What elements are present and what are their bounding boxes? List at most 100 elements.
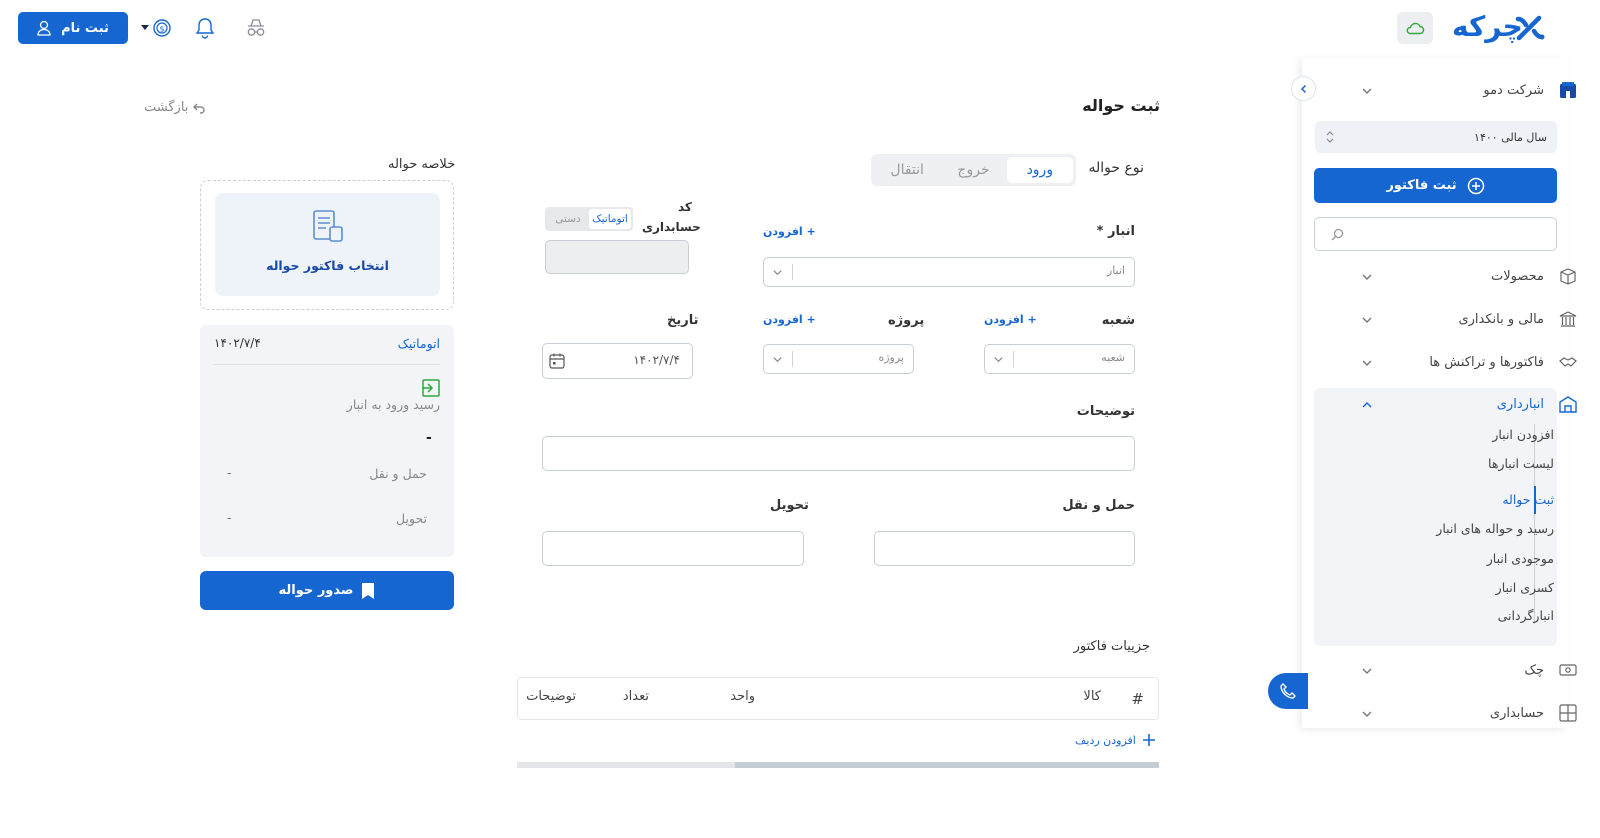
tab-transfer[interactable]: انتقال [874, 157, 940, 183]
cloud-sync-button[interactable] [1397, 12, 1433, 44]
warehouse-label: انبار * [1096, 224, 1135, 239]
project-label: پروژه [888, 313, 925, 328]
tab-exit[interactable]: خروج [940, 157, 1006, 183]
sidebar-item-label: حسابداری [1489, 705, 1544, 721]
company-selector[interactable]: شرکت دمو [1335, 76, 1578, 104]
support-call-button[interactable] [1268, 673, 1308, 709]
currency-dropdown[interactable]: $ [140, 16, 171, 40]
date-label: تاریخ [667, 313, 699, 328]
col-item: کالا [1083, 689, 1101, 704]
sidebar-item-finance[interactable]: مالی و بانکداری [1335, 305, 1578, 333]
submenu-register-transfer[interactable]: ثبت حواله [1502, 492, 1554, 507]
description-label: توضیحات [1076, 404, 1135, 419]
invoice-table-header: # کالا واحد تعداد توضیحات [517, 677, 1159, 720]
add-warehouse-link[interactable]: + افزودن [763, 225, 816, 238]
warehouse-placeholder: انبار [1106, 264, 1125, 277]
submenu-receipts-transfers[interactable]: رسید و حواله های انبار [1436, 521, 1554, 536]
col-unit: واحد [730, 689, 755, 704]
sidebar-item-accounting[interactable]: حسابداری [1335, 699, 1578, 727]
sidebar-item-label: محصولات [1491, 268, 1544, 284]
submenu-add-warehouse[interactable]: افزودن انبار [1492, 427, 1554, 442]
bell-icon [195, 18, 215, 39]
coin-exchange-icon: $ [141, 19, 171, 37]
bookmark-icon [362, 582, 375, 599]
sidebar-item-warehouse[interactable]: انبارداری [1335, 390, 1578, 418]
cloud-icon [1406, 22, 1425, 35]
document-icon [313, 210, 343, 242]
warehouse-select[interactable]: انبار [763, 257, 1135, 287]
company-name: شرکت دمو [1483, 82, 1544, 98]
notifications-button[interactable] [194, 16, 218, 40]
sidebar-item-invoices[interactable]: فاکتورها و تراکنش ها [1335, 348, 1578, 376]
sidebar-collapse-button[interactable] [1291, 76, 1316, 101]
chevron-down-icon [773, 270, 782, 276]
submenu-stocktaking[interactable]: انبارگردانی [1498, 608, 1554, 623]
project-select[interactable]: پروژه [763, 344, 914, 374]
code-mode-manual[interactable]: دستی [547, 209, 589, 229]
branch-label: شعبه [1101, 313, 1135, 328]
add-row-button[interactable]: افزودن ردیف [1075, 733, 1156, 747]
plus-circle-icon [1467, 177, 1484, 194]
chevron-down-icon [1362, 274, 1372, 280]
chevron-down-icon [1362, 711, 1372, 717]
add-project-link[interactable]: + افزودن [763, 313, 816, 326]
select-invoice-label: انتخاب فاکتور حواله [266, 258, 389, 273]
back-arrow-icon [193, 103, 206, 114]
signup-label: ثبت نام [61, 20, 109, 36]
store-icon [1560, 82, 1576, 98]
calendar-icon[interactable] [548, 352, 566, 370]
accounting-code-label-2: حسابداری [642, 220, 701, 234]
summary-dash: - [426, 430, 432, 446]
description-input[interactable] [542, 436, 1135, 471]
summary-doc-type: رسید ورود به انبار [346, 397, 440, 412]
accounting-code-label-1: کد [678, 200, 692, 214]
branch-select[interactable]: شعبه [984, 344, 1135, 374]
submenu-shortage[interactable]: کسری انبار [1496, 580, 1554, 595]
submenu-warehouse-list[interactable]: لیست انبارها [1488, 456, 1554, 471]
shipping-input[interactable] [874, 531, 1135, 566]
sidebar-item-label: مالی و بانکداری [1458, 311, 1544, 327]
fiscal-year-select[interactable]: سال مالی ۱۴۰۰ [1315, 121, 1557, 153]
invoice-details-title: جزییات فاکتور [1073, 639, 1150, 654]
back-link[interactable]: بازگشت [144, 100, 206, 115]
sidebar-search-input[interactable] [1314, 217, 1557, 251]
transfer-type-label: نوع حواله [1088, 160, 1144, 176]
date-value: ۱۴۰۲/۷/۴ [633, 353, 680, 367]
brand-logo [1513, 12, 1547, 44]
chevron-down-icon [1362, 88, 1372, 94]
add-branch-link[interactable]: + افزودن [984, 313, 1037, 326]
updown-chevron-icon [1326, 131, 1334, 143]
chevron-down-icon [994, 357, 1003, 363]
sidebar-item-cheque[interactable]: چک [1335, 656, 1578, 684]
delivery-label: تحویل [770, 498, 809, 513]
date-input[interactable]: ۱۴۰۲/۷/۴ [542, 343, 693, 379]
new-invoice-button[interactable]: ثبت فاکتور [1314, 168, 1557, 203]
issue-transfer-button[interactable]: صدور حواله [200, 571, 454, 610]
chevron-down-icon [1362, 317, 1372, 323]
tab-entry[interactable]: ورود [1006, 157, 1073, 183]
transfer-type-tabs: ورود خروج انتقال [871, 154, 1076, 186]
summary-divider [214, 364, 440, 365]
page-title: ثبت حواله [1082, 96, 1160, 115]
issue-transfer-label: صدور حواله [278, 583, 354, 598]
col-index: # [1131, 690, 1144, 708]
submenu-inventory[interactable]: موجودی انبار [1487, 551, 1554, 566]
code-mode-toggle: اتوماتیک دستی [545, 207, 633, 231]
table-scroll-thumb[interactable] [735, 762, 1159, 768]
user-icon [37, 20, 51, 36]
plus-icon [1142, 734, 1155, 746]
summary-shipping-label: حمل و نقل [369, 466, 427, 481]
signup-button[interactable]: ثبت نام [18, 12, 128, 44]
new-invoice-label: ثبت فاکتور [1386, 178, 1457, 193]
sidebar-item-products[interactable]: محصولات [1335, 262, 1578, 290]
chevron-up-icon [1362, 402, 1372, 408]
fiscal-year-label: سال مالی ۱۴۰۰ [1474, 130, 1547, 144]
calculator-icon [1559, 704, 1577, 722]
summary-date: ۱۴۰۲/۷/۴ [214, 336, 261, 350]
delivery-input[interactable] [542, 531, 804, 566]
code-mode-auto[interactable]: اتوماتیک [589, 209, 631, 229]
chevron-down-icon [1362, 668, 1372, 674]
svg-text:$: $ [159, 25, 164, 34]
incognito-button[interactable] [244, 16, 268, 40]
summary-title: خلاصه حواله [388, 157, 456, 172]
